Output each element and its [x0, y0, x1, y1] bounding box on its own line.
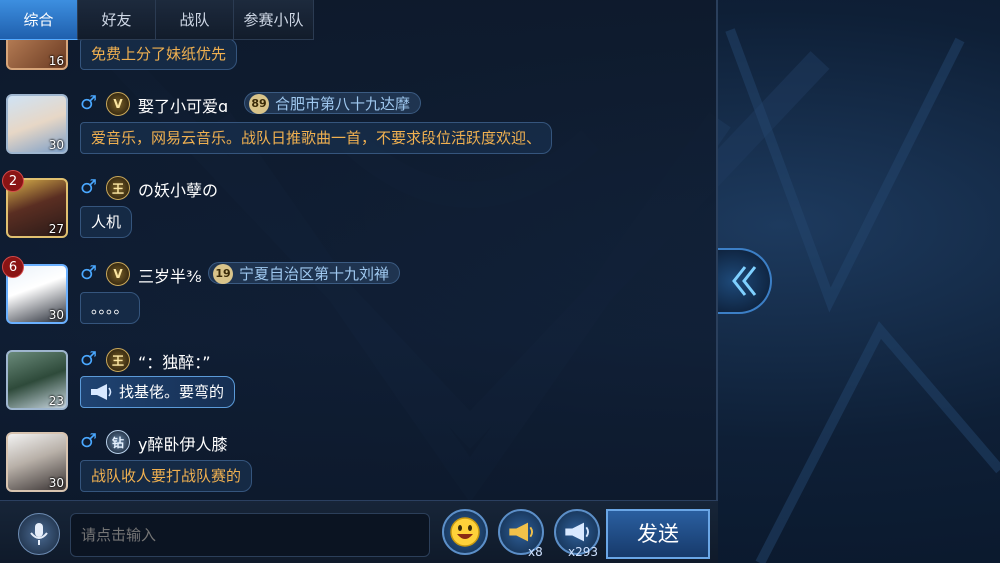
tab-competition-squad[interactable]: 参赛小队 [234, 0, 314, 40]
collapse-chat-button[interactable] [718, 248, 772, 314]
rank-tier-icon: 王 [106, 348, 130, 372]
message-bubble: 战队收人要打战队赛的 [80, 460, 253, 492]
send-button[interactable]: 发送 [606, 509, 710, 559]
message-item: 27 2 ♂ 王 の妖小孽の 人机 [0, 170, 716, 242]
player-name[interactable]: の妖小孽の [138, 177, 218, 201]
player-level: 30 [48, 138, 64, 152]
message-bubble: 免费上分了妹纸优先 [80, 40, 238, 70]
message-bubble: 人机 [80, 206, 133, 238]
megaphone-icon [91, 384, 112, 400]
squad-tag[interactable]: 89 合肥市第八十九达摩 [244, 92, 422, 114]
male-gender-icon: ♂ [80, 430, 98, 452]
rank-position-badge: 6 [2, 256, 24, 278]
chat-input[interactable] [70, 513, 430, 557]
megaphone-icon [565, 522, 590, 542]
tab-general[interactable]: 综合 [0, 0, 78, 40]
avatar[interactable]: 16 [6, 40, 68, 70]
big-horn-count: x293 [568, 545, 599, 559]
double-chevron-left-icon [732, 266, 757, 296]
male-gender-icon: ♂ [80, 262, 98, 284]
player-level: 23 [48, 394, 64, 408]
message-item: 30 6 ♂ V 三岁半⅜ 19 宁夏自治区第十九刘禅 。。。。 [0, 256, 716, 328]
squad-name: 宁夏自治区第十九刘禅 [239, 265, 390, 283]
squad-number: 89 [249, 94, 269, 114]
player-level: 16 [48, 54, 64, 68]
microphone-icon [30, 523, 48, 545]
player-name[interactable]: y醉卧伊人膝 [138, 431, 227, 455]
input-bar: x8 x293 发送 [0, 500, 718, 563]
male-gender-icon: ♂ [80, 92, 98, 114]
emoji-button[interactable] [442, 509, 488, 555]
player-name[interactable]: 三岁半⅜ [138, 263, 202, 287]
squad-tag[interactable]: 19 宁夏自治区第十九刘禅 [208, 262, 401, 284]
message-item: 30 ♂ V 娶了小可爱ɑ 89 合肥市第八十九达摩 爱音乐，网易云音乐。战队日… [0, 90, 716, 158]
player-name[interactable]: “：独醉：” [138, 349, 211, 373]
message-bubble: 。。。。 [80, 292, 140, 324]
rank-tier-icon: 钻 [106, 430, 130, 454]
message-item: 16 免费上分了妹纸优先 [0, 40, 716, 72]
avatar[interactable]: 30 [6, 432, 68, 492]
message-list[interactable]: 16 免费上分了妹纸优先 30 ♂ V 娶了小可爱ɑ 89 合肥市第八十九达摩 … [0, 40, 716, 500]
small-horn-count: x8 [528, 545, 543, 559]
player-level: 27 [48, 222, 64, 236]
tab-team[interactable]: 战队 [156, 0, 234, 40]
rank-tier-icon: V [106, 92, 130, 116]
player-name[interactable]: 娶了小可爱ɑ [138, 93, 228, 117]
message-item: 30 ♂ 钻 y醉卧伊人膝 战队收人要打战队赛的 [0, 428, 716, 496]
emoji-icon [450, 517, 480, 547]
megaphone-icon [509, 522, 534, 542]
player-level: 30 [48, 308, 64, 322]
tab-friends[interactable]: 好友 [78, 0, 156, 40]
voice-input-button[interactable] [18, 513, 60, 555]
rank-tier-icon: V [106, 262, 130, 286]
rank-tier-icon: 王 [106, 176, 130, 200]
avatar[interactable]: 30 [6, 94, 68, 154]
rank-position-badge: 2 [2, 170, 24, 192]
player-level: 30 [48, 476, 64, 490]
message-item: 23 ♂ 王 “：独醉：” 找基佬。要弯的 [0, 346, 716, 414]
male-gender-icon: ♂ [80, 348, 98, 370]
message-text: 找基佬。要弯的 [119, 383, 225, 401]
squad-number: 19 [213, 264, 233, 284]
chat-panel: 综合 好友 战队 参赛小队 16 免费上分了妹纸优先 30 ♂ V 娶了小可爱ɑ… [0, 0, 718, 563]
avatar[interactable]: 23 [6, 350, 68, 410]
squad-name: 合肥市第八十九达摩 [275, 95, 411, 113]
male-gender-icon: ♂ [80, 176, 98, 198]
horn-message-bubble: 找基佬。要弯的 [80, 376, 236, 408]
message-bubble: 爱音乐，网易云音乐。战队日推歌曲一首，不要求段位活跃度欢迎、 [80, 122, 553, 154]
channel-tabs: 综合 好友 战队 参赛小队 [0, 0, 314, 40]
